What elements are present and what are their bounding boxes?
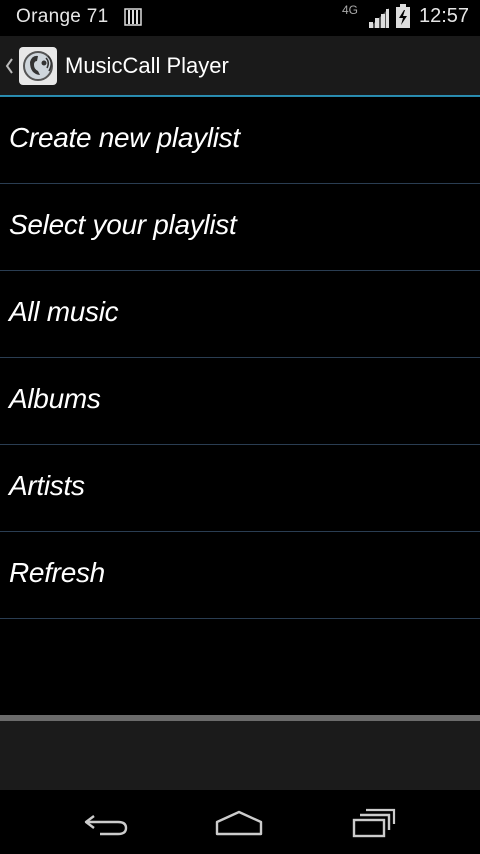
recent-apps-icon[interactable]	[348, 808, 398, 838]
menu-item-albums[interactable]: Albums	[0, 358, 480, 445]
app-logo-icon[interactable]	[19, 47, 57, 85]
navigation-bar	[0, 790, 480, 854]
home-icon[interactable]	[214, 808, 264, 838]
sim-card-icon	[124, 8, 142, 26]
menu-item-label: All music	[9, 296, 119, 327]
menu-item-label: Albums	[9, 383, 101, 414]
carrier-name: Orange 71	[16, 6, 109, 27]
up-navigation-icon[interactable]	[4, 56, 14, 76]
menu-item-label: Refresh	[9, 557, 105, 588]
status-clock: 12:57	[419, 5, 470, 27]
menu-item-label: Artists	[9, 470, 85, 501]
signal-icon	[369, 8, 389, 28]
menu-item-create-new-playlist[interactable]: Create new playlist	[0, 97, 480, 184]
menu-item-label: Select your playlist	[9, 209, 237, 240]
menu-item-refresh[interactable]: Refresh	[0, 532, 480, 619]
menu-item-artists[interactable]: Artists	[0, 445, 480, 532]
battery-charging-icon	[396, 4, 410, 28]
menu-item-all-music[interactable]: All music	[0, 271, 480, 358]
app-title: MusicCall Player	[65, 53, 229, 78]
network-type-label: 4G	[342, 3, 359, 17]
menu-list: Create new playlist Select your playlist…	[0, 97, 480, 619]
back-icon[interactable]	[82, 808, 132, 838]
menu-item-select-your-playlist[interactable]: Select your playlist	[0, 184, 480, 271]
status-bar: Orange 71 4G 12:57	[0, 0, 480, 36]
bottom-panel	[0, 721, 480, 790]
action-bar: MusicCall Player	[0, 36, 480, 96]
menu-item-label: Create new playlist	[9, 122, 240, 153]
